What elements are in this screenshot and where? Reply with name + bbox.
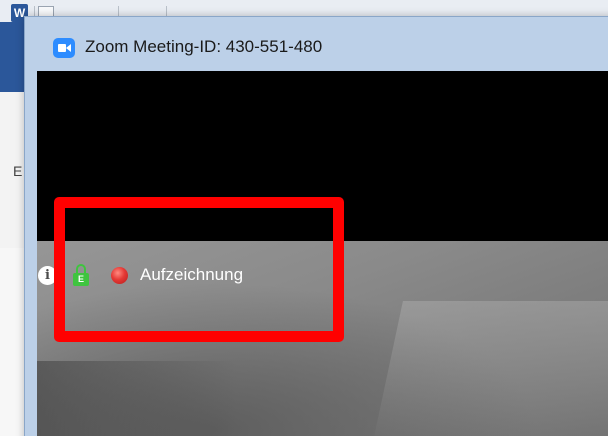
partial-label: E xyxy=(13,163,23,179)
screenshot-root: W E Zoom Meeting-ID: 430-551-480 i E Auf… xyxy=(0,0,608,436)
title-bar[interactable]: Zoom Meeting-ID: 430-551-480 xyxy=(25,17,608,71)
window-title: Zoom Meeting-ID: 430-551-480 xyxy=(85,37,323,56)
video-glare xyxy=(371,301,608,436)
camera-body-shape xyxy=(58,44,66,52)
document-area xyxy=(0,248,24,436)
zoom-camera-icon xyxy=(53,38,75,58)
red-highlight-box xyxy=(54,197,344,342)
ribbon-file-tab[interactable] xyxy=(0,22,24,92)
camera-lens-shape xyxy=(66,44,71,52)
video-shade xyxy=(37,361,237,436)
